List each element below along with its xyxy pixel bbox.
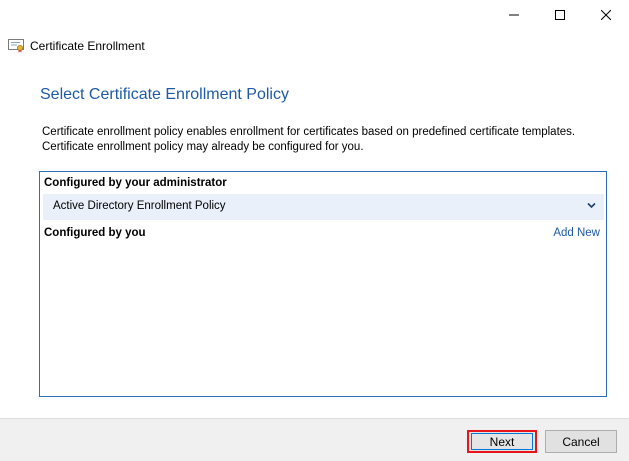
next-button-label: Next — [489, 434, 515, 449]
title-bar — [0, 0, 629, 32]
cancel-button-label: Cancel — [562, 434, 600, 449]
certificate-icon — [8, 39, 24, 53]
description-line: Certificate enrollment policy may alread… — [42, 141, 364, 153]
minimize-button[interactable] — [491, 0, 537, 30]
cancel-button[interactable]: Cancel — [545, 430, 617, 453]
page-description: Certificate enrollment policy enables en… — [42, 125, 612, 155]
close-icon — [601, 10, 611, 20]
page-title: Select Certificate Enrollment Policy — [40, 86, 289, 103]
maximize-button[interactable] — [537, 0, 583, 30]
next-button-focus: Next — [471, 433, 533, 450]
user-section-label: Configured by you — [44, 227, 146, 239]
footer-bar: Next Cancel — [0, 418, 629, 461]
maximize-icon — [555, 10, 565, 20]
window-title: Certificate Enrollment — [30, 39, 145, 53]
next-button[interactable]: Next — [467, 430, 537, 453]
minimize-icon — [509, 14, 519, 16]
close-button[interactable] — [583, 0, 629, 30]
policy-list[interactable]: Configured by your administrator Active … — [39, 171, 607, 397]
chevron-down-icon[interactable] — [587, 201, 596, 210]
policy-name: Active Directory Enrollment Policy — [53, 200, 226, 212]
policy-item-active-directory[interactable]: Active Directory Enrollment Policy — [43, 194, 604, 220]
description-line: Certificate enrollment policy enables en… — [42, 126, 576, 138]
admin-section-label: Configured by your administrator — [44, 177, 227, 189]
app-header: Certificate Enrollment — [8, 38, 145, 54]
add-new-link[interactable]: Add New — [553, 227, 600, 239]
